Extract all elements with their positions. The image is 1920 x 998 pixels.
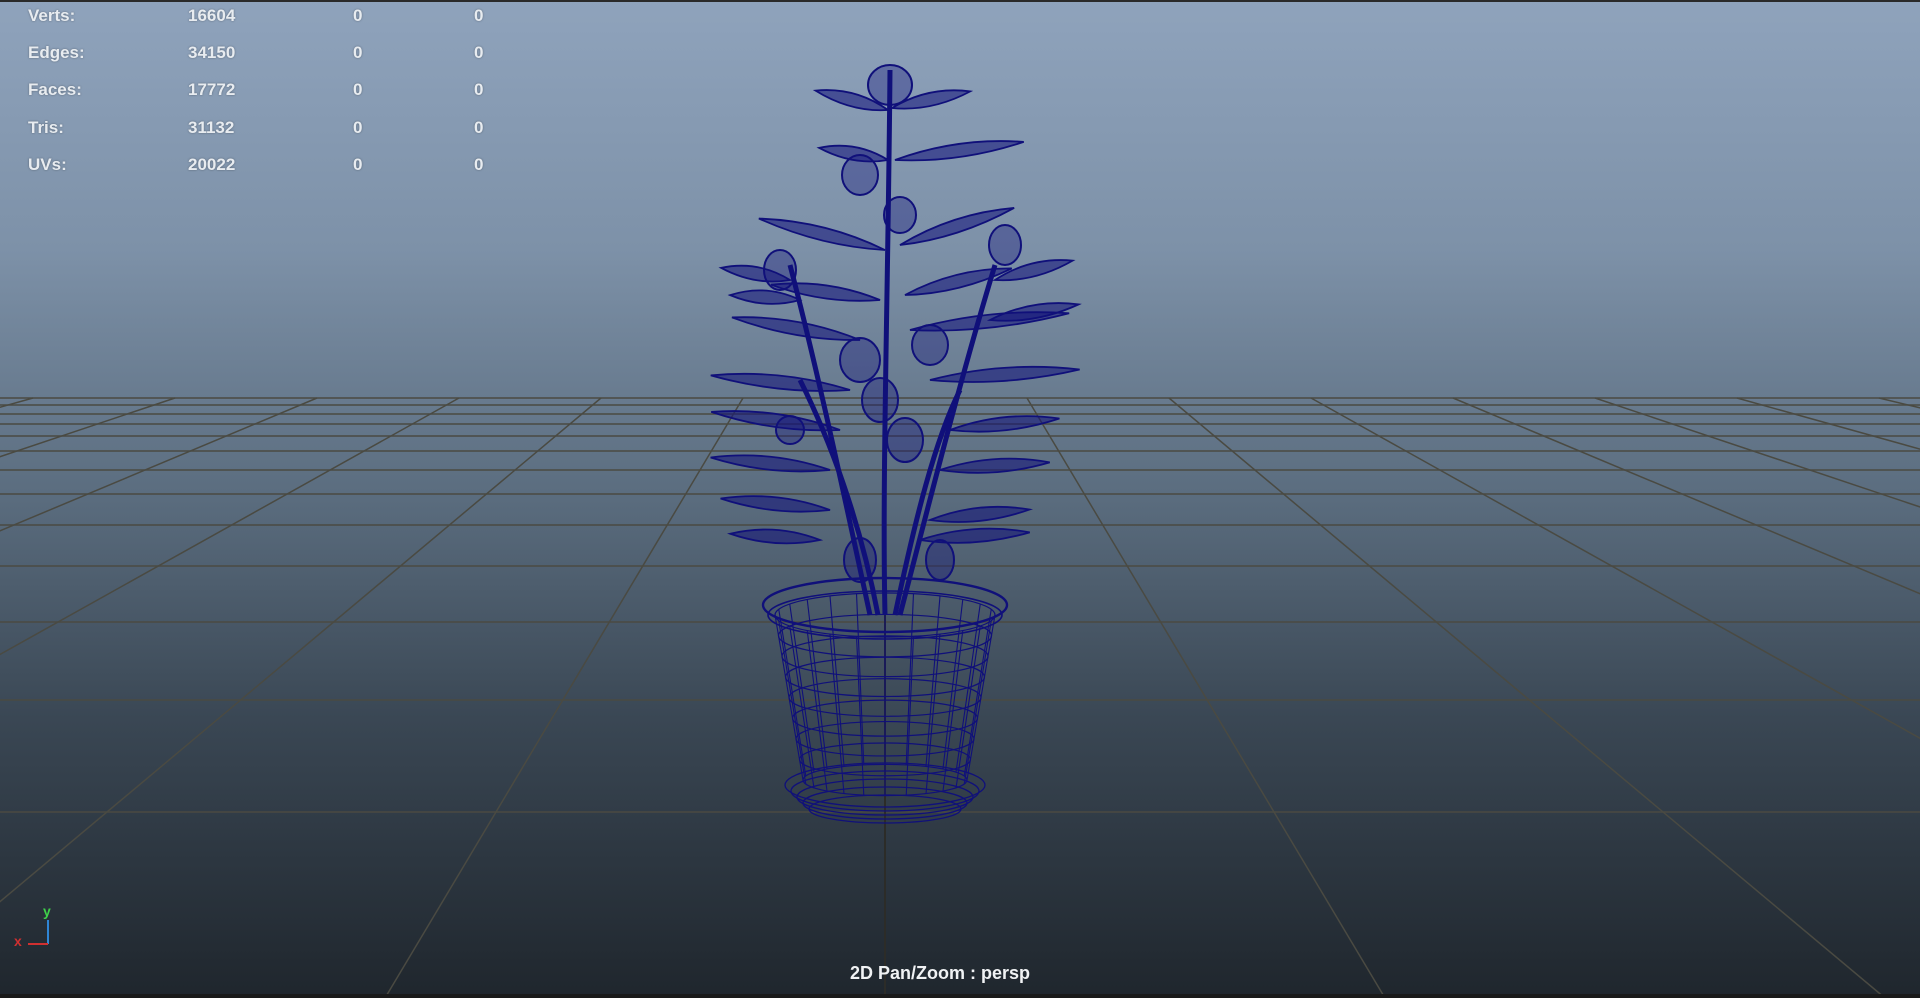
plant-leaf: [710, 372, 851, 392]
y-axis-label: y: [43, 903, 51, 919]
plant-bud: [861, 377, 899, 423]
plant-bud: [763, 249, 797, 291]
hud-label: Faces:: [28, 80, 82, 100]
hud-value: 17772: [188, 80, 236, 100]
hud-value: 0: [353, 43, 363, 63]
plant-leaf: [726, 528, 824, 545]
plant-wireframe-model[interactable]: [0, 0, 1920, 998]
hud-value: 0: [474, 154, 484, 174]
plant-bud: [925, 539, 955, 581]
plant-leaf: [720, 495, 831, 513]
hud-value: 0: [353, 80, 363, 100]
plant-bud: [843, 537, 877, 583]
hud-value: 31132: [188, 117, 235, 137]
plant-bud: [775, 415, 805, 445]
plant-bud: [867, 64, 913, 106]
hud-label: UVs:: [28, 154, 67, 174]
plant-bud: [988, 224, 1022, 266]
plant-leaf: [986, 302, 1082, 322]
hud-label: Edges:: [28, 43, 85, 63]
hud-value: 0: [474, 43, 484, 63]
plant-leaf: [727, 289, 803, 305]
pot-wire: [963, 609, 992, 776]
plant-bud: [886, 417, 924, 463]
plant-leaf: [939, 457, 1050, 474]
plant-leaf: [904, 267, 1013, 296]
pot-wire: [778, 609, 807, 776]
hud-value: 16604: [188, 6, 236, 25]
plant-bud: [883, 196, 917, 234]
plant-bud: [839, 337, 881, 383]
plant-bud: [841, 154, 879, 196]
plant-leaf: [710, 454, 831, 473]
perspective-viewport[interactable]: Verts: 16604 0 0 Edges: 34150 0 0 Faces:…: [0, 0, 1920, 998]
pot-wire: [774, 614, 804, 781]
hud-value: 0: [474, 6, 484, 25]
hud-value: 20022: [188, 154, 236, 174]
hud-label: Verts:: [28, 6, 76, 25]
x-axis-label: x: [14, 933, 22, 949]
hud-label: Tris:: [28, 117, 64, 137]
plant-leaf: [926, 505, 1034, 523]
hud-value: 0: [474, 80, 484, 100]
plant-stem: [881, 69, 893, 616]
hud-value: 0: [353, 6, 363, 25]
plant-leaf: [949, 415, 1060, 433]
hud-value: 0: [353, 117, 363, 137]
plant-leaf: [894, 140, 1025, 162]
hud-value: 0: [353, 154, 363, 174]
hud-value: 34150: [188, 43, 236, 63]
viewport-bottom-border: [0, 994, 1920, 998]
plant-leaf: [731, 316, 861, 341]
plant-leaf: [929, 365, 1080, 383]
plant-bud: [911, 324, 949, 366]
plant-leaf: [758, 217, 886, 251]
camera-status-label: 2D Pan/Zoom : persp: [849, 963, 1031, 983]
axis-gizmo-icon: y x: [14, 903, 51, 949]
hud-value: 0: [474, 117, 484, 137]
pot-wire: [966, 614, 996, 781]
